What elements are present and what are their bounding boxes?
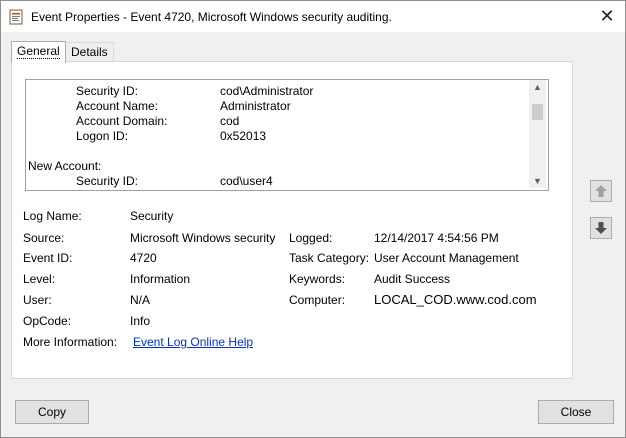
scroll-down-arrow-icon[interactable]: ▼: [529, 174, 546, 188]
event-log-online-help-link[interactable]: Event Log Online Help: [133, 335, 253, 349]
scrollbar-thumb[interactable]: [532, 104, 543, 120]
desc-value: 0x52013: [220, 129, 267, 143]
desc-value: cod\user4: [220, 174, 273, 188]
arrow-down-icon: [595, 222, 607, 234]
tab-details[interactable]: Details: [65, 42, 114, 62]
task-category-value: User Account Management: [374, 251, 519, 265]
scroll-up-arrow-icon[interactable]: ▲: [529, 80, 546, 94]
computer-label: Computer:: [289, 293, 346, 307]
source-label: Source:: [23, 231, 65, 245]
desc-label: Logon ID:: [76, 129, 129, 143]
user-value: N/A: [130, 293, 151, 307]
opcode-value: Info: [130, 314, 151, 328]
close-window-button[interactable]: ✕: [593, 4, 621, 28]
desc-value: cod\Administrator: [220, 84, 314, 98]
user-label: User:: [23, 293, 52, 307]
log-name-label: Log Name:: [23, 209, 82, 223]
next-event-button[interactable]: [590, 217, 612, 239]
desc-label: Security ID:: [76, 174, 139, 188]
tab-general[interactable]: General: [11, 41, 66, 63]
level-value: Information: [130, 272, 191, 286]
close-button[interactable]: Close: [538, 400, 614, 424]
desc-section-heading: New Account:: [28, 159, 102, 173]
more-information-label: More Information:: [23, 335, 118, 349]
computer-value: LOCAL_COD.www.cod.com: [374, 292, 537, 307]
level-label: Level:: [23, 272, 56, 286]
log-name-value: Security: [130, 209, 174, 223]
event-id-label: Event ID:: [23, 251, 73, 265]
event-properties-window: Event Properties - Event 4720, Microsoft…: [0, 0, 626, 438]
desc-value: cod: [220, 114, 240, 128]
desc-label: Account Name:: [76, 99, 159, 113]
desc-value: Administrator: [220, 99, 291, 113]
window-title: Event Properties - Event 4720, Microsoft…: [31, 10, 392, 24]
desc-label: Security ID:: [76, 84, 139, 98]
event-viewer-icon: [9, 9, 23, 25]
previous-event-button[interactable]: [590, 180, 612, 202]
keywords-value: Audit Success: [374, 272, 451, 286]
logged-label: Logged:: [289, 231, 333, 245]
task-category-label: Task Category:: [289, 251, 370, 265]
description-scrollbar[interactable]: ▲ ▼: [529, 80, 546, 188]
opcode-label: OpCode:: [23, 314, 72, 328]
event-id-value: 4720: [130, 251, 157, 265]
logged-value: 12/14/2017 4:54:56 PM: [374, 231, 499, 245]
copy-button[interactable]: Copy: [15, 400, 89, 424]
tab-general-label: General: [17, 44, 60, 59]
keywords-label: Keywords:: [289, 272, 346, 286]
source-value: Microsoft Windows security: [130, 231, 276, 245]
desc-label: Account Domain:: [76, 114, 168, 128]
event-description-box[interactable]: Security ID: cod\Administrator Account N…: [25, 79, 549, 191]
arrow-up-icon: [595, 185, 607, 197]
title-bar: Event Properties - Event 4720, Microsoft…: [1, 1, 625, 32]
